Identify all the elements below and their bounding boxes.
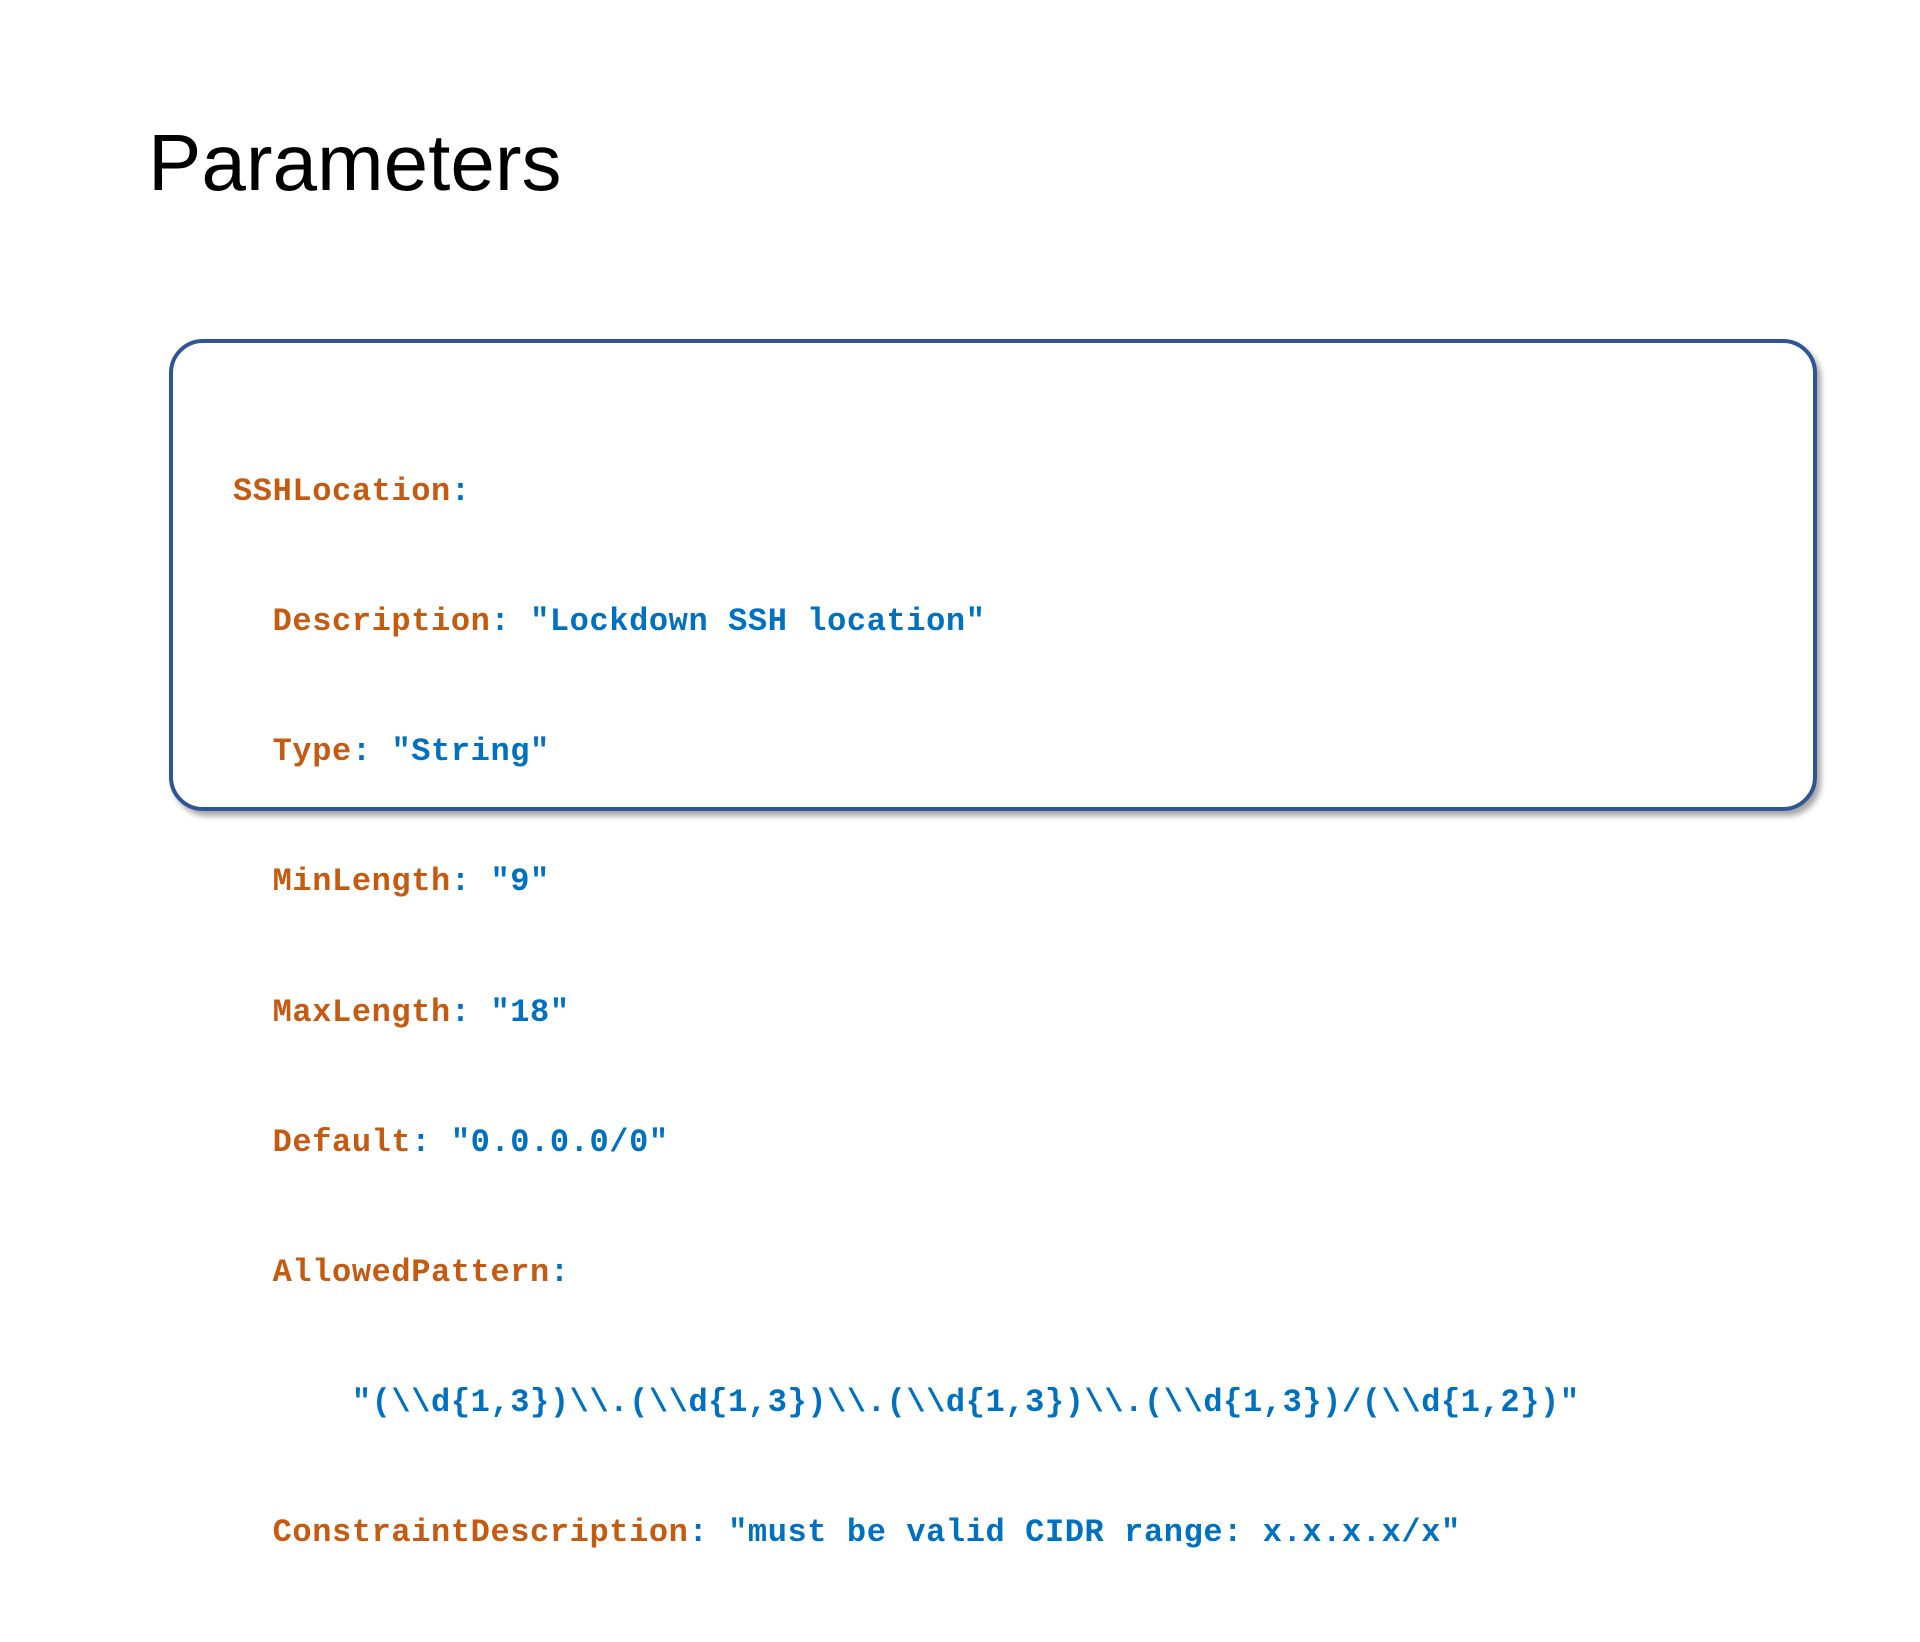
yaml-value: "must be valid CIDR range: x.x.x.x/x" — [728, 1514, 1461, 1552]
yaml-key: SSHLocation — [233, 472, 451, 510]
yaml-value: "(\\d{1,3})\\.(\\d{1,3})\\.(\\d{1,3})\\.… — [351, 1384, 1580, 1422]
code-block: SSHLocation: Description: "Lockdown SSH … — [169, 339, 1817, 1551]
yaml-key: ConstraintDescription — [272, 1514, 689, 1552]
code-line-default: Default: "0.0.0.0/0" — [272, 1123, 669, 1161]
yaml-key: AllowedPattern — [272, 1254, 550, 1292]
yaml-key: MinLength — [272, 863, 451, 901]
yaml-value: "String" — [391, 733, 550, 771]
code-line-pattern-value: "(\\d{1,3})\\.(\\d{1,3})\\.(\\d{1,3})\\.… — [233, 1381, 1580, 1424]
slide-title: Parameters — [148, 118, 562, 207]
code-line-min-length: MinLength: "9" — [272, 863, 550, 901]
code-line-allowed-pattern: AllowedPattern: — [272, 1254, 570, 1292]
yaml-value: "0.0.0.0/0" — [450, 1123, 669, 1161]
yaml-value: "9" — [490, 863, 550, 901]
code-line-max-length: MaxLength: "18" — [272, 993, 570, 1031]
yaml-key: MaxLength — [272, 993, 451, 1031]
code-line-ssh-location: SSHLocation: — [233, 472, 471, 510]
yaml-key: Description — [272, 603, 491, 641]
code-line-description: Description: "Lockdown SSH location" — [272, 603, 986, 641]
yaml-value: "Lockdown SSH location" — [530, 603, 986, 641]
yaml-key: Type — [272, 733, 352, 771]
code-line-constraint-description: ConstraintDescription: "must be valid CI… — [272, 1514, 1461, 1552]
code-line-type: Type: "String" — [272, 733, 550, 771]
yaml-value: "18" — [490, 993, 570, 1031]
yaml-key: Default — [272, 1123, 412, 1161]
yaml-code: SSHLocation: Description: "Lockdown SSH … — [233, 383, 1580, 1642]
